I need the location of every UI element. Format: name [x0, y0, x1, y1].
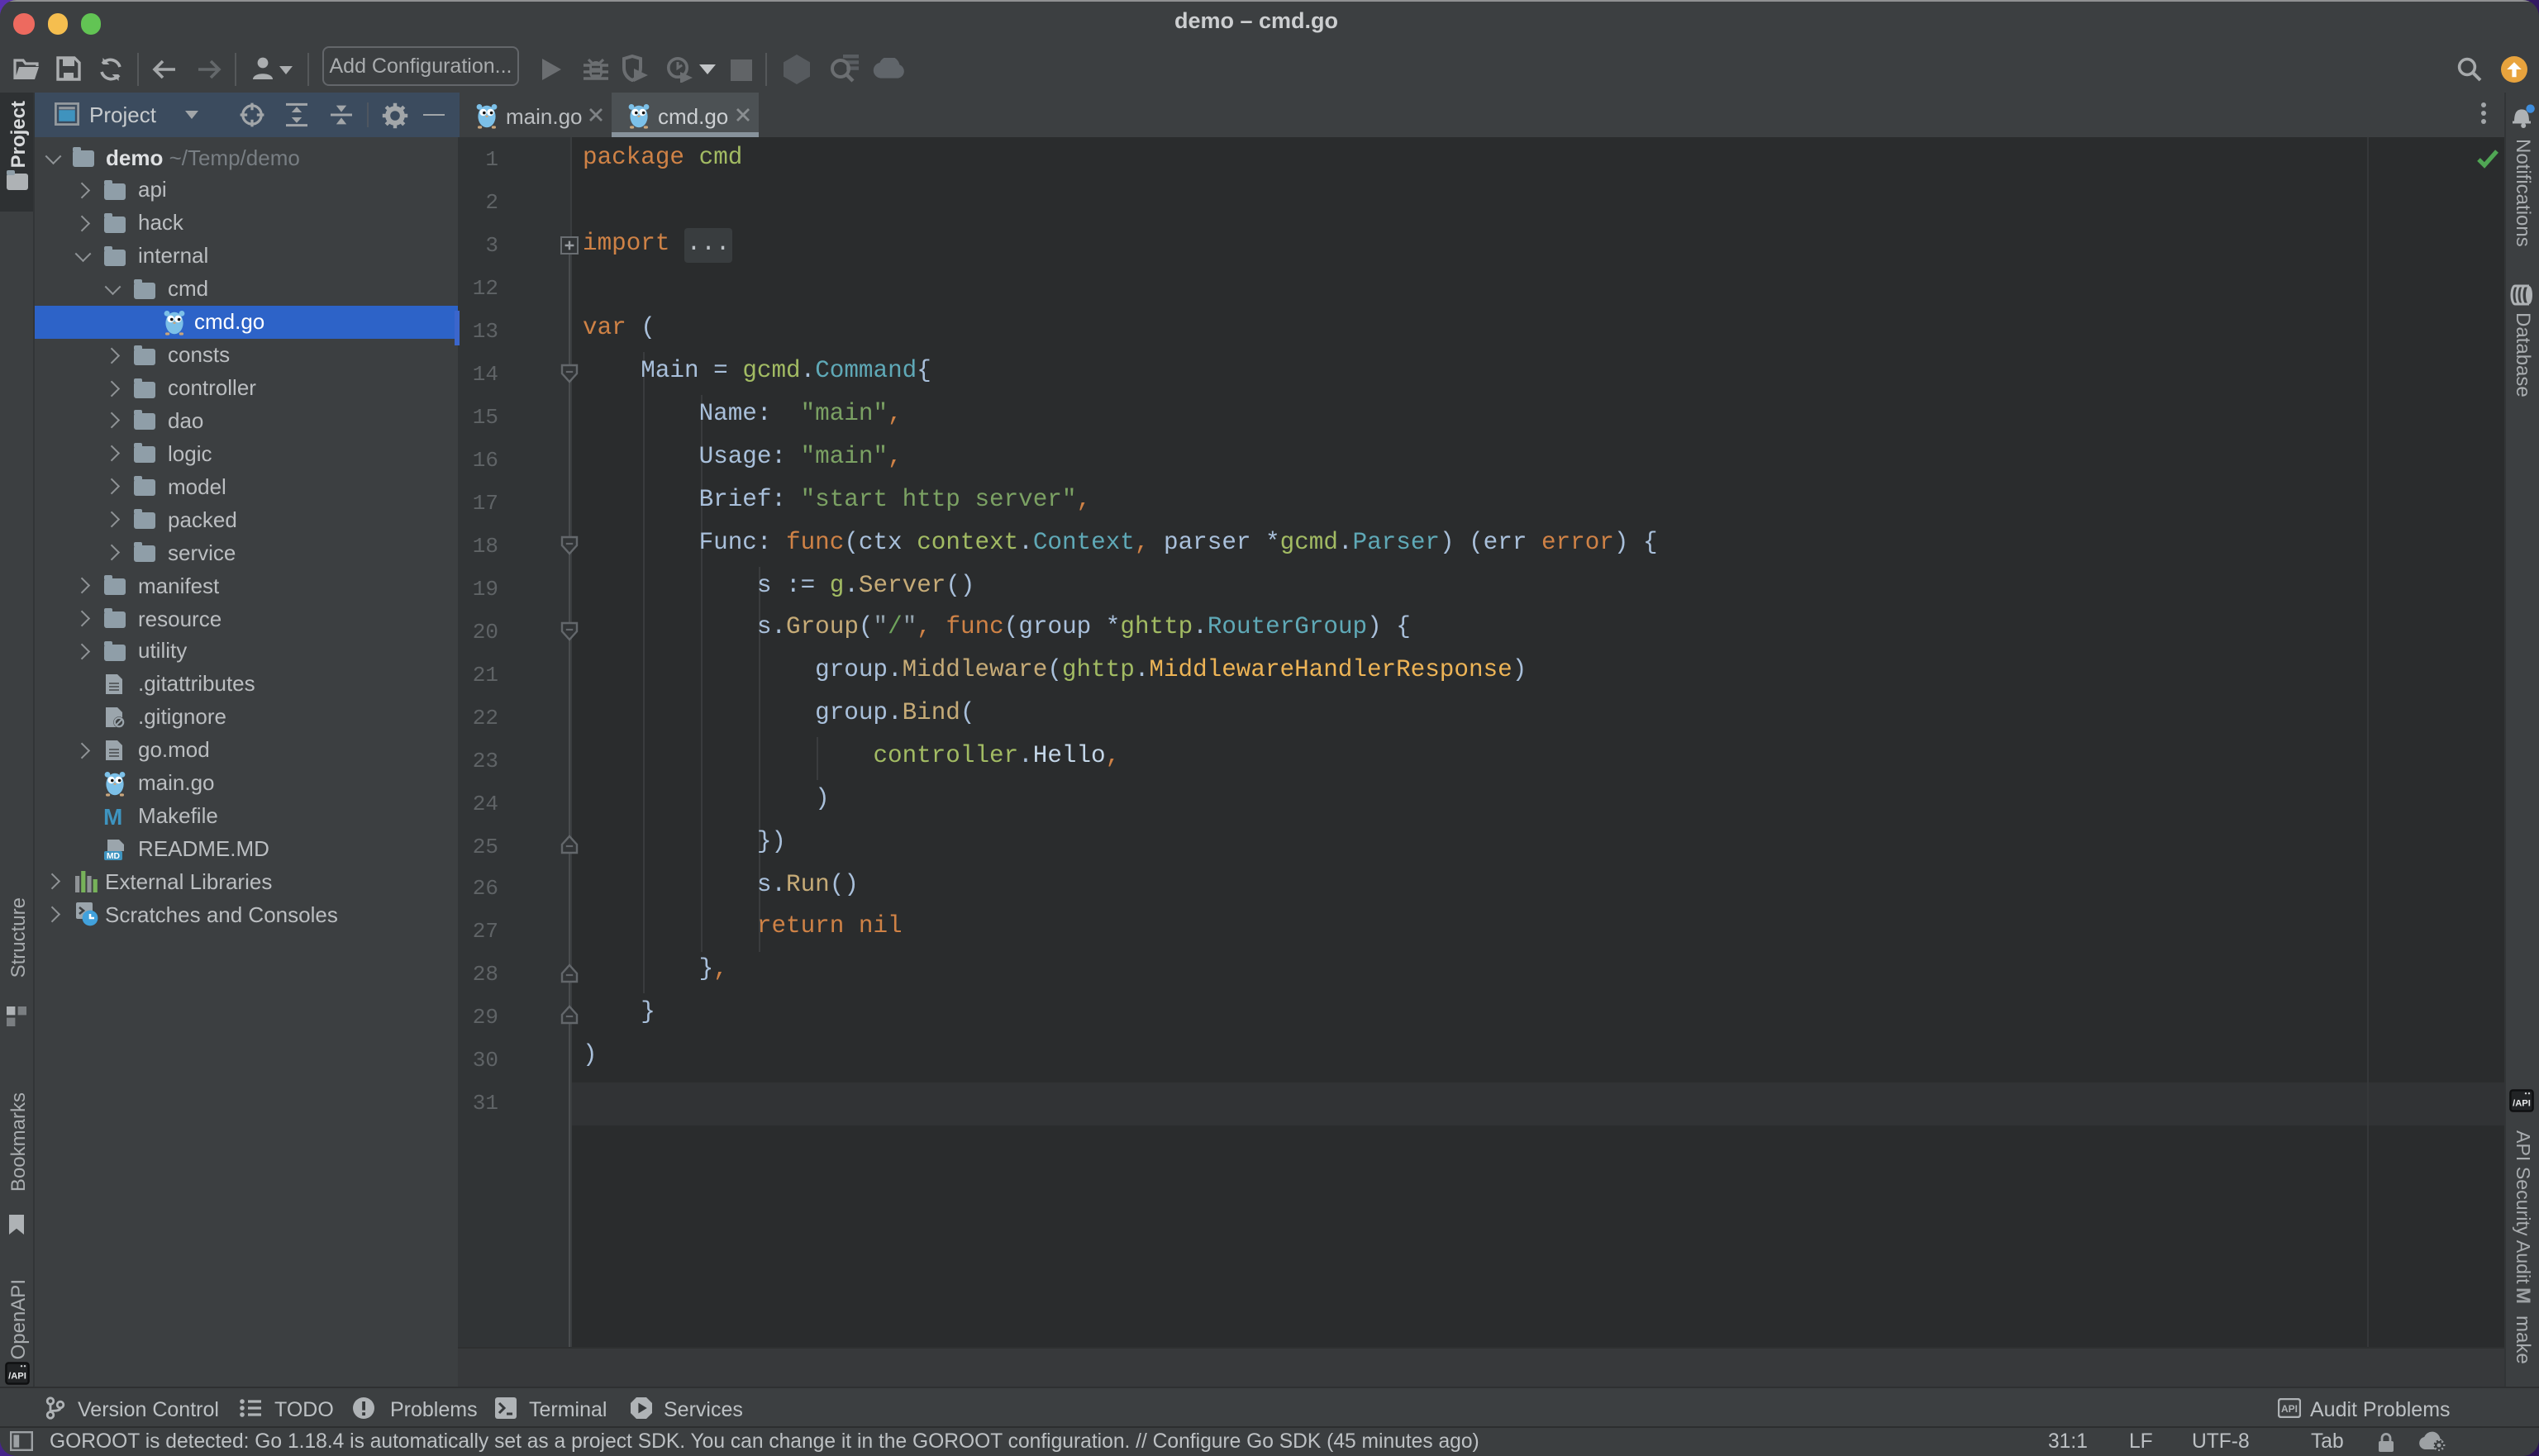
svg-text:/API: /API: [7, 1371, 26, 1381]
svg-text:API: API: [2281, 1403, 2298, 1415]
svg-text:MD: MD: [106, 851, 120, 860]
svg-text:/API: /API: [2513, 1098, 2531, 1108]
